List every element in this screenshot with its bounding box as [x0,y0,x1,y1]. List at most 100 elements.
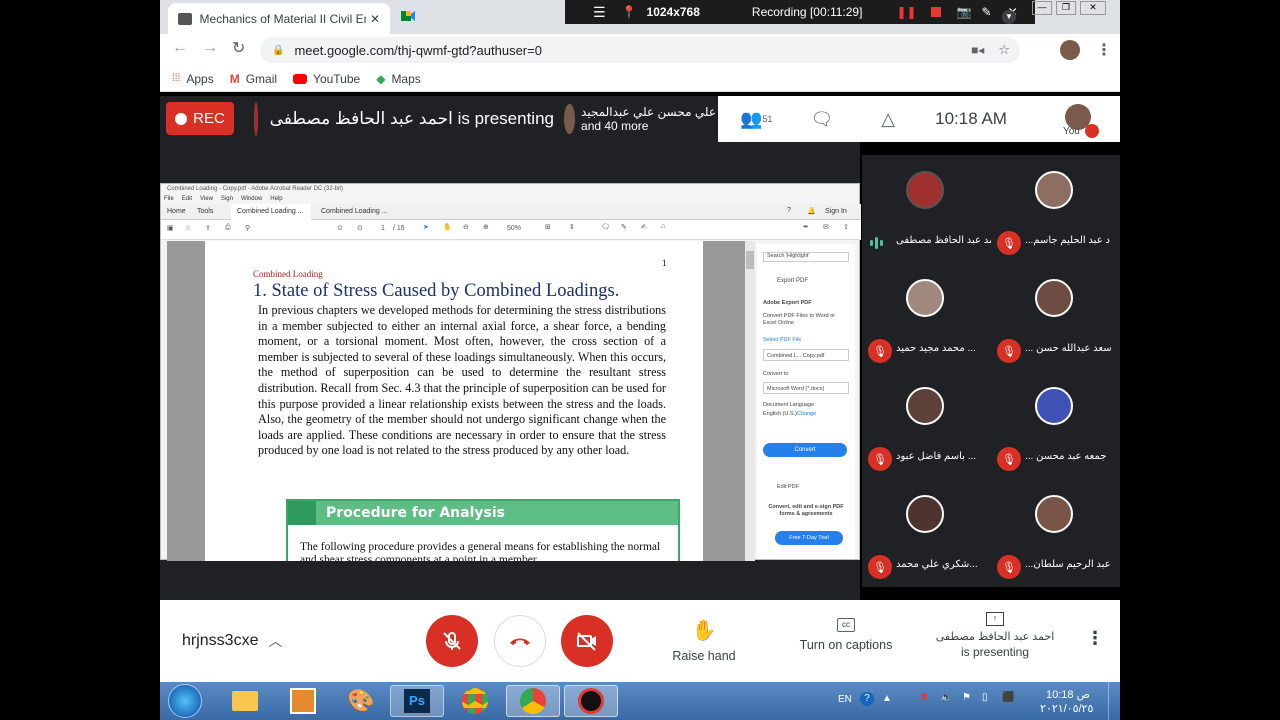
export-pdf-title[interactable]: Export PDF [777,278,808,284]
bookmark-gmail[interactable]: M Gmail [230,72,277,86]
activities-icon[interactable]: △ [881,109,895,130]
meet-tab-icon[interactable] [400,8,416,24]
tray-expand-icon[interactable]: ▲ [882,693,892,704]
participant-tile[interactable]: 🎙 ...د عبد الحليم جاسم [991,155,1120,263]
sign-icon[interactable]: ✒ [803,223,809,231]
upload-icon[interactable]: ⇪ [205,224,211,232]
print-icon[interactable]: ⎙ [225,224,231,232]
participant-tile[interactable]: 🎙 ...عبد الرحيم سلطان [991,479,1120,587]
participant-tile[interactable]: 🎙 ... سعد عبدالله حسن [991,263,1120,371]
reload-icon[interactable]: ↻ [232,38,245,58]
sign-in-link[interactable]: Sign In [825,208,847,215]
self-view[interactable]: You [1039,96,1099,142]
tab-tools[interactable]: Tools [197,208,213,215]
back-icon[interactable]: ← [172,39,188,57]
flag-icon[interactable]: ⚑ [962,692,971,703]
volume-icon[interactable]: 🔈 [940,692,952,703]
mail-icon[interactable]: ✉ [823,223,829,231]
hand-icon[interactable]: ✋ [443,223,452,231]
zoom-in-icon[interactable]: ⊕ [483,223,489,231]
comment-icon[interactable]: 🗨 [601,223,610,231]
raise-hand-button[interactable]: ✋ Raise hand [664,618,744,663]
language-indicator[interactable]: EN [838,694,852,705]
network-error-icon[interactable]: ✖ [920,692,928,703]
file-field[interactable]: Combined L... Copy.pdf [763,349,849,361]
taskbar-paint[interactable]: 🎨 [334,685,388,717]
participant-tile[interactable]: احمد عبد الحافظ مصطفى... [862,155,991,263]
menu-icon[interactable]: ☰ [593,4,606,21]
omnibox[interactable]: 🔒 meet.google.com/thj-qwmf-gtd?authuser=… [260,37,1020,63]
participant-tile[interactable]: 🎙 شكري علي محمد... [862,479,991,587]
minimize-icon[interactable]: — [1032,1,1052,15]
fit-page-icon[interactable]: ⊞ [545,223,551,231]
menu-view[interactable]: View [200,194,213,204]
menu-sign[interactable]: Sign [221,194,233,204]
camera-icon[interactable]: ■◂ [971,43,984,57]
scrollbar-thumb[interactable] [746,251,754,269]
star-icon[interactable]: ☆ [998,42,1010,58]
meeting-details[interactable]: hrjnss3cxe ︿ [182,631,282,651]
more-options-icon[interactable]: ⋮ [1086,628,1104,649]
tab-home[interactable]: Home [167,208,186,215]
document-scrollbar[interactable] [745,241,755,561]
people-icon[interactable]: 👥 [740,109,762,130]
participant-tile[interactable]: 🎙 ... جمعه عبد محسن [991,371,1120,479]
pause-icon[interactable]: ❚❚ [896,5,916,19]
zoom-search-icon[interactable]: ⚲ [245,224,250,232]
captions-button[interactable]: cc Turn on captions [786,618,906,652]
taskbar-explorer[interactable] [218,685,272,717]
participant-tile[interactable]: 🎙 باسم فاضل عبود ... [862,371,991,479]
page-number-input[interactable]: 1 [381,225,385,232]
help-icon[interactable]: ? [860,692,874,706]
menu-file[interactable]: File [164,194,174,204]
format-select[interactable]: Microsoft Word (*.docx) [763,382,849,394]
taskbar-chrome[interactable] [448,685,502,717]
leave-call-button[interactable] [494,615,546,667]
maximize-icon[interactable]: ❐ [1056,1,1076,15]
highlight-icon[interactable]: ✎ [621,223,627,231]
tab-document-2[interactable]: Combined Loading ... [321,208,388,215]
close-icon[interactable]: ✕ [370,12,380,26]
clock-date[interactable]: ٢٠٢١/٠٥/٢٥ [1040,702,1093,715]
bookmark-maps[interactable]: ◆ Maps [376,72,421,86]
chat-icon[interactable]: 🗨 [810,109,833,130]
tray-app-icon[interactable]: ⬛ [1002,692,1014,703]
edit-pdf-label[interactable]: Edit PDF [777,484,799,490]
tab-document-1[interactable]: Combined Loading ... [231,204,311,220]
mic-toggle-button[interactable] [426,615,478,667]
tab-search-icon[interactable]: ▼ [1002,10,1016,24]
present-button[interactable]: ↑ احمد عبد الحافظ مصطفى is presenting [935,612,1055,659]
forward-icon[interactable]: → [202,39,218,57]
menu-edit[interactable]: Edit [182,194,192,204]
chevron-up-icon[interactable]: ︿ [268,631,282,651]
stop-icon[interactable] [930,7,941,17]
save-icon[interactable]: ▣ [167,224,174,232]
panel-search[interactable]: Search 'Highlight' [763,252,849,262]
battery-icon[interactable]: ▯ [982,692,988,703]
select-cursor-icon[interactable]: ➤ [423,223,429,231]
show-desktop-button[interactable] [1108,682,1118,720]
menu-help[interactable]: Help [270,194,282,204]
clock-time[interactable]: 10:18 ص [1046,688,1090,701]
taskbar-recorder[interactable] [564,685,618,717]
bookmark-star-icon[interactable]: ☆ [185,224,191,232]
convert-button[interactable]: Convert [763,443,847,457]
zoom-out-icon[interactable]: ⊖ [463,223,469,231]
zoom-level[interactable]: 50% [507,225,521,232]
tab-mechanics[interactable]: Mechanics of Material II Civil Eng ✕ [168,3,390,34]
taskbar-photoshop[interactable]: Ps [390,685,444,717]
prev-page-icon[interactable]: ⊙ [337,224,343,232]
taskbar-app[interactable] [276,685,330,717]
free-trial-button[interactable]: Free 7-Day Trial [775,531,843,545]
draw-icon[interactable]: ✍ [641,223,647,231]
menu-window[interactable]: Window [241,194,262,204]
recording-badge[interactable]: REC [166,102,234,135]
menu-kebab-icon[interactable]: ⋮ [1096,40,1112,60]
close-window-icon[interactable]: ✕ [1080,1,1106,15]
camera-toggle-button[interactable] [561,615,613,667]
next-page-icon[interactable]: ⊙ [357,224,363,232]
bookmark-apps[interactable]: ⁞⁞⁞ Apps [172,72,214,86]
pen-icon[interactable]: ✎ [982,5,992,19]
change-language-link[interactable]: Change [797,411,816,417]
profile-avatar[interactable] [1060,40,1080,60]
